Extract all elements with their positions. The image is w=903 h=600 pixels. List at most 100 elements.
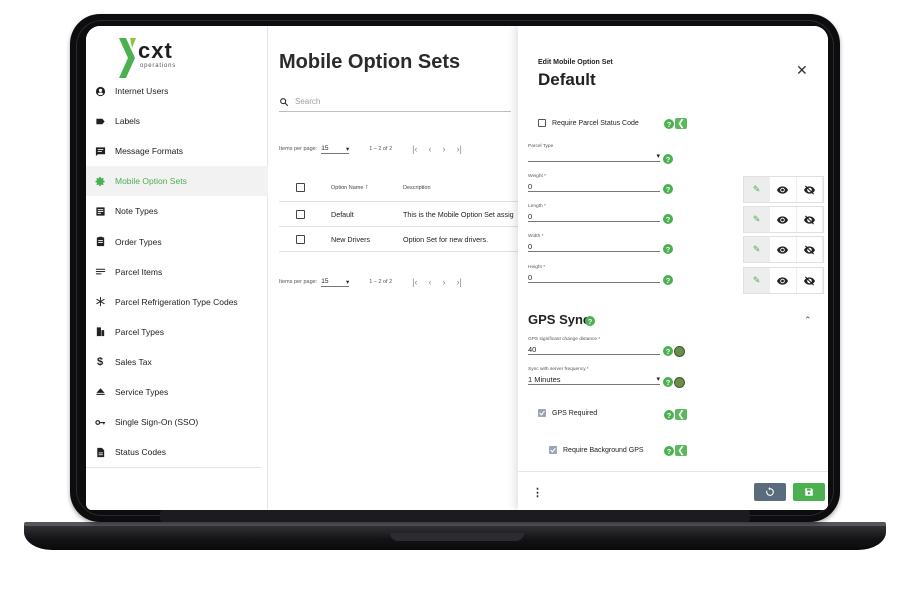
prev-page-icon[interactable]: ‹ <box>429 144 432 154</box>
row-checkbox[interactable] <box>296 209 305 219</box>
items-per-page-select[interactable]: 15 ▾ <box>321 278 350 287</box>
gps-distance-field[interactable]: GPS significant change distance * 40 <box>528 337 660 355</box>
eye-icon[interactable] <box>770 237 797 262</box>
sidebar-item-parcel-refrigeration-type-codes[interactable]: Parcel Refrigeration Type Codes <box>86 287 268 317</box>
field-label: Weight * <box>528 174 547 179</box>
length-field[interactable]: Length * 0 <box>528 204 660 222</box>
weight-input[interactable]: 0 <box>528 181 660 192</box>
height-field[interactable]: Height * 0 <box>528 265 660 283</box>
sidebar-item-note-types[interactable]: Note Types <box>86 196 268 226</box>
edit-pencil-icon[interactable]: ✎ <box>744 268 771 293</box>
sidebar-item-order-types[interactable]: Order Types <box>86 226 268 256</box>
sidebar-item-single-sign-on[interactable]: Single Sign-On (SSO) <box>86 407 268 437</box>
sidebar-item-sales-tax[interactable]: $ Sales Tax <box>86 347 268 377</box>
table-row[interactable]: New Drivers Option Set for new drivers. <box>279 227 518 252</box>
require-parcel-status-code-row[interactable]: Require Parcel Status Code <box>538 119 639 127</box>
sidebar-item-labels[interactable]: Labels <box>86 106 268 136</box>
help-icon[interactable]: ? <box>663 275 673 285</box>
sidebar-item-message-formats[interactable]: Message Formats <box>86 136 268 166</box>
row-checkbox[interactable] <box>296 234 305 244</box>
field-label: Sync with server frequency * <box>528 367 589 372</box>
eye-icon[interactable] <box>770 207 797 232</box>
check-icon <box>550 447 556 453</box>
help-icon[interactable]: ? <box>585 316 595 326</box>
weight-field[interactable]: Weight * 0 <box>528 174 660 192</box>
sidebar-item-label: Internet Users <box>115 86 169 97</box>
last-page-icon[interactable]: ›| <box>457 277 462 287</box>
items-per-page-select[interactable]: 15 ▾ <box>321 144 350 154</box>
sidebar-item-service-types[interactable]: Service Types <box>86 377 268 407</box>
items-per-page-value: 15 <box>321 144 329 152</box>
help-icon[interactable]: ? <box>663 214 673 224</box>
override-toggle-icon[interactable]: ❮ <box>675 445 687 456</box>
search-input[interactable]: Search <box>295 97 320 106</box>
next-page-icon[interactable]: › <box>443 277 446 287</box>
eye-icon[interactable] <box>770 177 797 202</box>
search-bar[interactable]: Search <box>279 92 511 112</box>
sync-frequency-field[interactable]: Sync with server frequency * 1 Minutes ▾ <box>528 367 660 385</box>
first-page-icon[interactable]: |‹ <box>412 144 417 154</box>
length-input[interactable]: 0 <box>528 211 660 222</box>
height-input[interactable]: 0 <box>528 272 660 283</box>
edit-pencil-icon[interactable]: ✎ <box>744 177 771 202</box>
help-icon[interactable]: ? <box>663 154 673 164</box>
gps-required-row[interactable]: GPS Required <box>538 409 597 417</box>
help-icon[interactable]: ? <box>663 184 673 194</box>
first-page-icon[interactable]: |‹ <box>412 277 417 287</box>
require-parcel-status-code-checkbox[interactable] <box>538 119 546 127</box>
table-row[interactable]: Default This is the Mobile Option Set as… <box>279 202 518 227</box>
last-page-icon[interactable]: ›| <box>457 144 462 154</box>
edit-pencil-icon[interactable]: ✎ <box>744 237 771 262</box>
close-icon[interactable]: ✕ <box>796 62 808 79</box>
globe-icon[interactable] <box>674 346 685 357</box>
reset-button[interactable] <box>754 483 786 501</box>
eye-icon[interactable] <box>770 268 797 293</box>
save-button[interactable] <box>793 483 825 501</box>
eye-off-icon[interactable] <box>797 237 823 262</box>
sidebar-item-parcel-items[interactable]: Parcel Items <box>86 257 268 287</box>
next-page-icon[interactable]: › <box>443 144 446 154</box>
sync-frequency-select[interactable]: 1 Minutes ▾ <box>528 374 660 385</box>
more-options-icon[interactable]: ⋮ <box>532 486 543 499</box>
label-icon <box>94 115 106 127</box>
help-icon[interactable]: ? <box>664 119 674 129</box>
eye-off-icon[interactable] <box>797 207 823 232</box>
sidebar-item-status-codes[interactable]: Status Codes <box>86 437 268 467</box>
prev-page-icon[interactable]: ‹ <box>429 277 432 287</box>
logo-wordmark: cxt <box>138 38 173 63</box>
sidebar-item-parcel-types[interactable]: Parcel Types <box>86 317 268 347</box>
parcel-type-select[interactable]: ▾ <box>528 151 660 162</box>
column-option-name[interactable]: Option Name ↑ <box>331 184 403 191</box>
panel-subtitle: Edit Mobile Option Set <box>538 59 613 66</box>
paginator-top: Items per page: 15 ▾ 1 – 2 of 2 |‹ ‹ › ›| <box>279 143 462 155</box>
select-all-checkbox[interactable] <box>296 183 305 192</box>
width-input[interactable]: 0 <box>528 241 660 252</box>
gps-required-checkbox[interactable] <box>538 409 546 417</box>
eye-off-icon[interactable] <box>797 268 823 293</box>
edit-pencil-icon[interactable]: ✎ <box>744 207 771 232</box>
laptop-base-edge <box>24 522 886 526</box>
help-icon[interactable]: ? <box>663 244 673 254</box>
help-icon[interactable]: ? <box>663 346 673 356</box>
eye-off-icon[interactable] <box>797 177 823 202</box>
override-toggle-icon[interactable]: ❮ <box>675 409 687 420</box>
main-content: Mobile Option Sets Search Items per page… <box>268 26 518 510</box>
laptop-hinge <box>160 510 750 522</box>
sidebar-item-mobile-option-sets[interactable]: Mobile Option Sets <box>86 166 268 197</box>
collapse-chevron-icon[interactable]: ⌃ <box>804 315 812 326</box>
sidebar-item-internet-users[interactable]: Internet Users <box>86 76 268 106</box>
help-icon[interactable]: ? <box>664 446 674 456</box>
width-field[interactable]: Width * 0 <box>528 234 660 252</box>
row-name: New Drivers <box>331 234 371 244</box>
help-icon[interactable]: ? <box>664 410 674 420</box>
field-label: Height * <box>528 265 546 270</box>
parcel-type-field[interactable]: Parcel Type ▾ <box>528 144 660 162</box>
help-icon[interactable]: ? <box>663 377 673 387</box>
globe-icon[interactable] <box>674 377 685 388</box>
override-toggle-icon[interactable]: ❮ <box>675 118 687 129</box>
section-title-text: GPS Sync <box>528 312 591 327</box>
width-visibility-group: ✎ <box>743 236 824 263</box>
gps-distance-input[interactable]: 40 <box>528 344 660 355</box>
require-background-gps-checkbox[interactable] <box>549 446 557 454</box>
require-background-gps-row[interactable]: Require Background GPS <box>549 446 644 454</box>
